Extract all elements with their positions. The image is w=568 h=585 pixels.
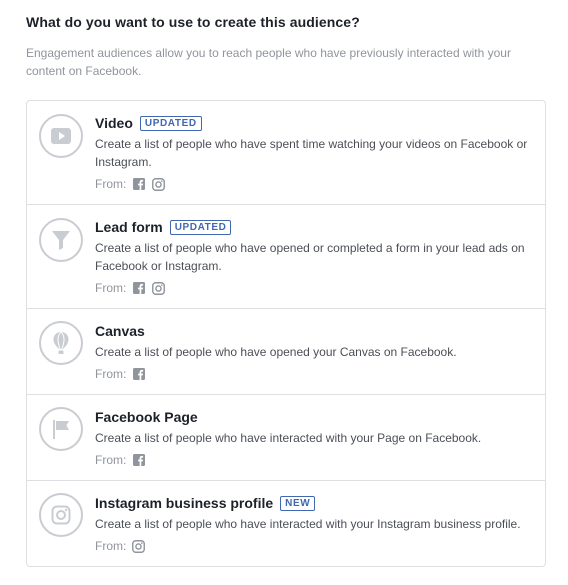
page-title: What do you want to use to create this a… [26,14,360,30]
option-video[interactable]: Video UPDATED Create a list of people wh… [27,101,545,205]
funnel-icon [39,218,83,262]
option-title: Canvas [95,323,145,339]
updated-badge: UPDATED [169,219,232,235]
option-facebook-page[interactable]: Facebook Page Create a list of people wh… [27,395,545,481]
updated-badge: UPDATED [139,115,202,131]
facebook-icon [132,282,145,295]
option-canvas[interactable]: Canvas Create a list of people who have … [27,309,545,395]
facebook-icon [132,178,145,191]
instagram-icon [152,281,166,295]
video-play-icon [39,114,83,158]
option-description: Create a list of people who have interac… [95,517,521,531]
option-instagram-business-profile[interactable]: Instagram business profile NEW Create a … [27,481,545,566]
from-label: From: [95,281,127,295]
from-label: From: [95,539,127,553]
option-title: Instagram business profile [95,495,274,511]
option-description: Create a list of people who have opened … [95,241,525,273]
audience-source-list: Video UPDATED Create a list of people wh… [26,100,546,567]
intro-text: Engagement audiences allow you to reach … [26,46,511,78]
facebook-icon [132,454,145,467]
option-title: Facebook Page [95,409,198,425]
option-lead-form[interactable]: Lead form UPDATED Create a list of peopl… [27,205,545,309]
option-description: Create a list of people who have interac… [95,431,482,445]
option-title: Video [95,115,133,131]
from-label: From: [95,177,127,191]
option-description: Create a list of people who have opened … [95,345,457,359]
hot-air-balloon-icon [39,321,83,365]
option-title: Lead form [95,219,163,235]
flag-icon [39,407,83,451]
new-badge: NEW [280,495,316,511]
facebook-icon [132,368,145,381]
instagram-icon [152,177,166,191]
from-label: From: [95,367,127,381]
option-description: Create a list of people who have spent t… [95,137,528,169]
instagram-icon [39,493,83,537]
from-label: From: [95,453,127,467]
instagram-icon [132,539,146,553]
